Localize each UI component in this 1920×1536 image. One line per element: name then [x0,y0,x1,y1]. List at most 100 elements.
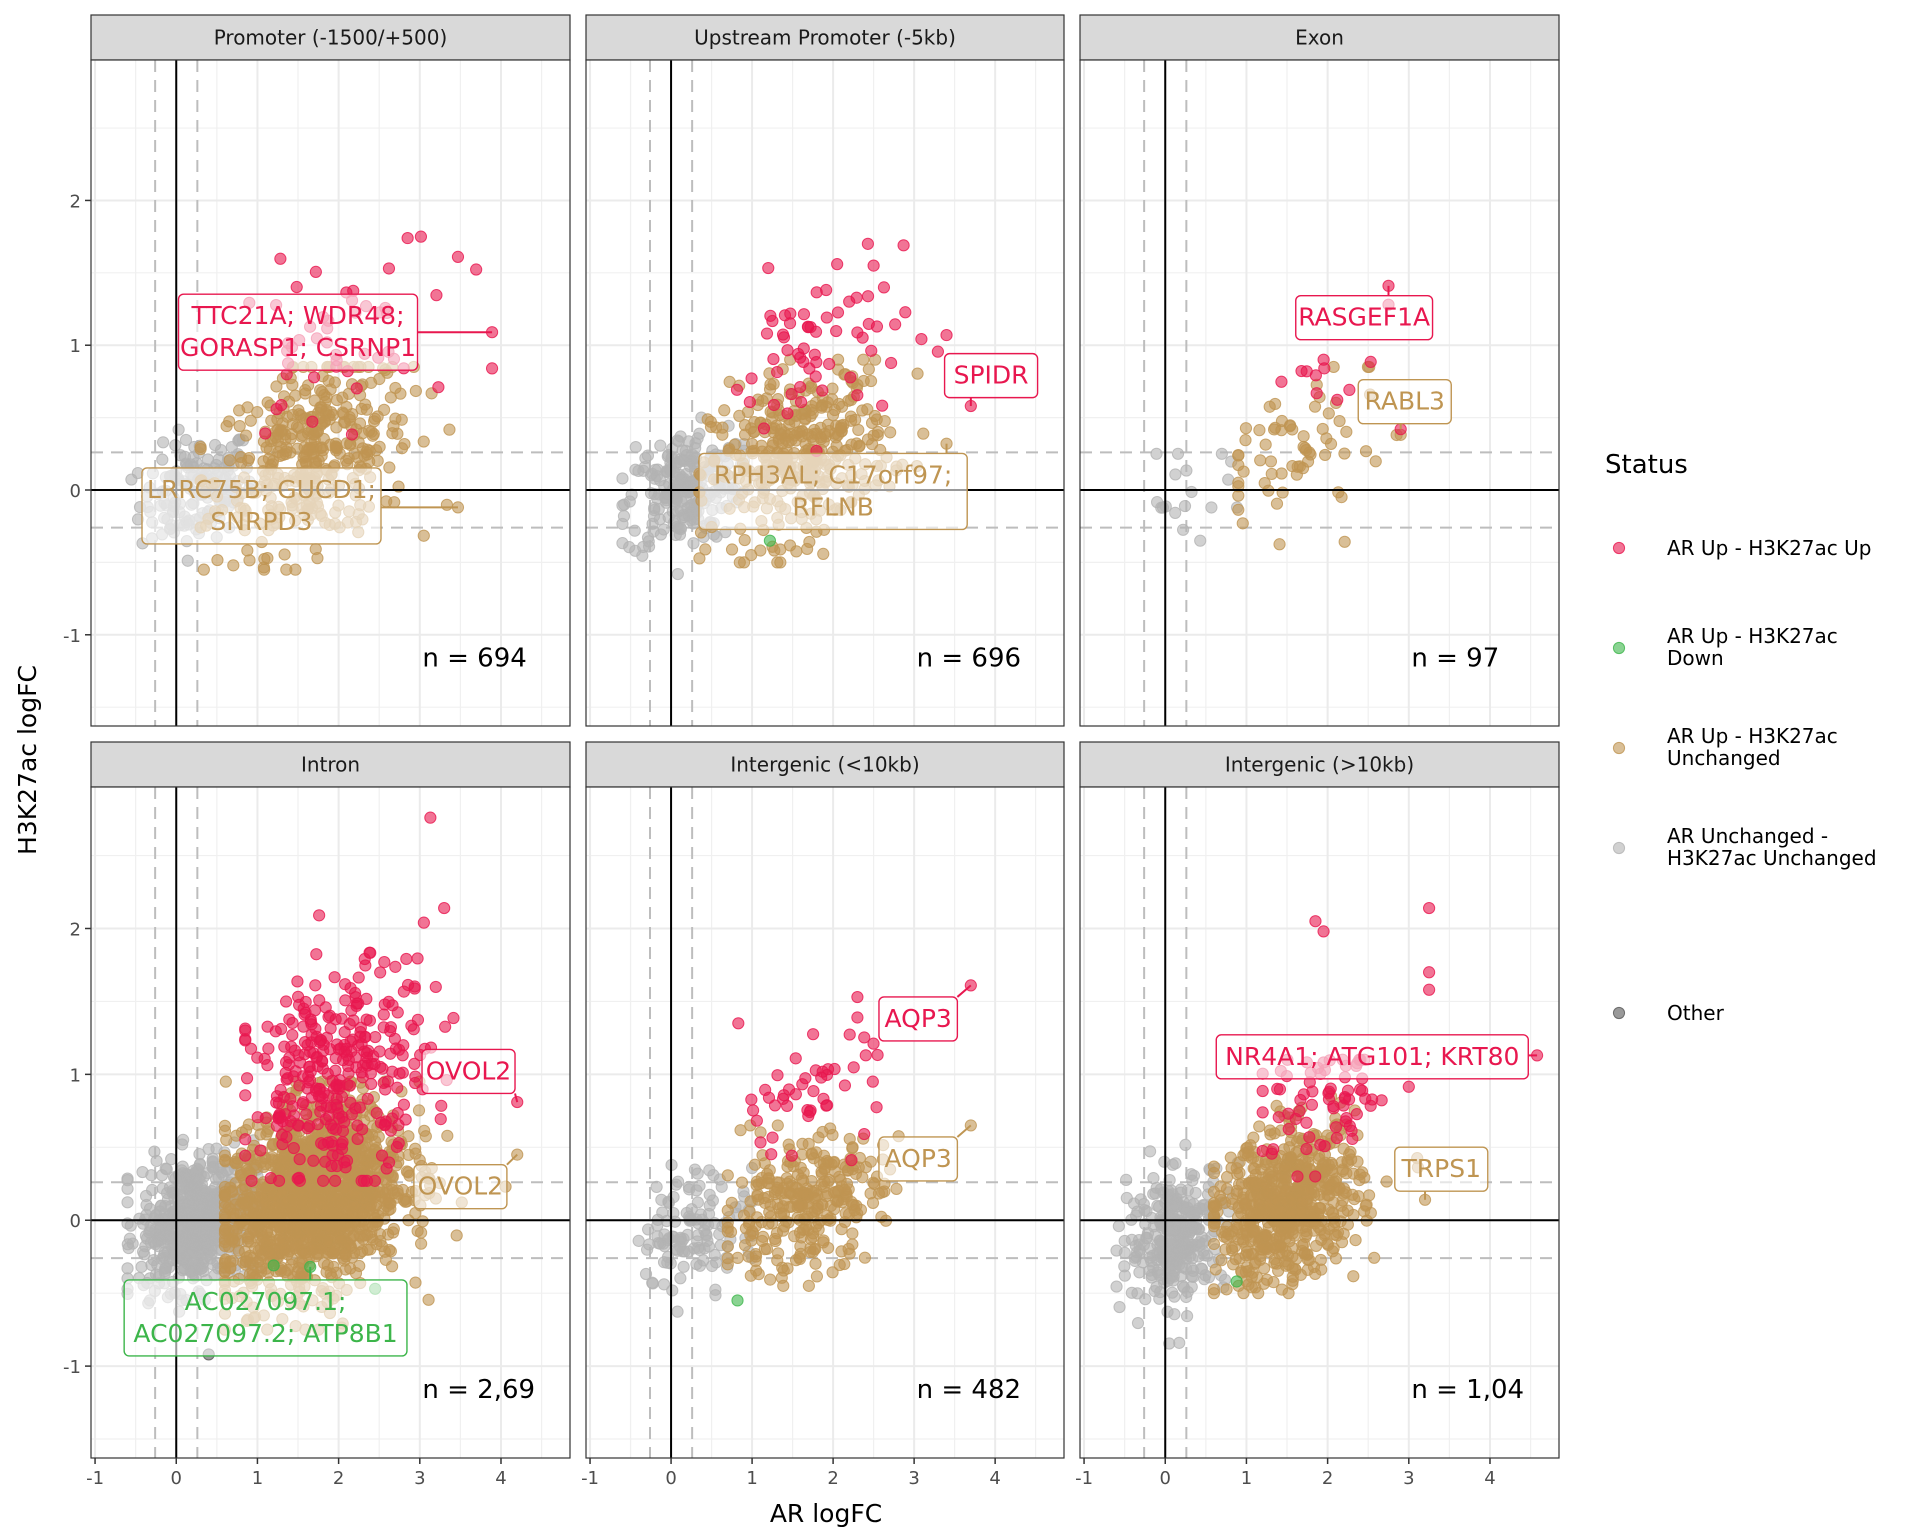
data-point-up_up [861,237,874,250]
data-point-up_up [808,348,821,361]
data-point-up_up [401,978,415,992]
data-point-up_unch [337,1196,350,1209]
data-point-up_unch [328,376,342,389]
data-point-up_unch [398,437,411,451]
data-point-up_unch [793,1200,806,1213]
data-point-up_up [447,1011,460,1025]
data-point-unch_unch [687,537,700,550]
data-point-up_up [301,1082,314,1095]
gene-label-text: RPH3AL; C17orf97; [714,460,952,489]
data-point-up_unch [1338,447,1351,460]
data-point-up_unch [772,432,785,445]
data-point-up_unch [279,1265,292,1279]
panels: Promoter (-1500/+500)TTC21A; WDR48;GORAS… [90,14,1560,1459]
data-point-up_unch [820,1189,833,1203]
data-point-up_unch [417,435,430,448]
data-point-up_up [270,403,283,416]
data-point-up_up [861,290,875,303]
data-point-up_up [378,1119,392,1132]
data-point-up_up [280,1073,293,1086]
data-point-up_unch [876,1186,889,1199]
facet-title: Intergenic (>10kb) [1225,753,1414,777]
data-point-up_unch [716,421,729,434]
data-point-up_up [328,971,341,984]
data-point-unch_unch [653,474,667,487]
facet-panel: IntronOVOL2OVOL2AC027097.1;AC027097.2; A… [90,741,571,1459]
data-point-up_unch [241,1235,255,1248]
data-point-up_unch [373,372,386,386]
data-point-unch_unch [1198,1273,1211,1286]
data-point-up_unch [387,1222,400,1236]
data-point-unch_unch [1156,501,1170,514]
data-point-up_up [771,365,784,379]
gene-label-text: TTC21A; WDR48; [191,301,405,330]
data-point-up_up [356,1059,370,1072]
data-point-up_up [745,372,758,385]
data-point-up_up [803,362,816,375]
data-point-unch_unch [623,541,636,554]
data-point-up_up [300,1108,313,1121]
data-point-unch_unch [1148,1284,1161,1298]
data-point-up_up [396,1049,409,1062]
data-point-up_unch [259,1158,272,1171]
data-point-unch_unch [709,1289,722,1302]
data-point-up_up [399,1113,412,1126]
data-point-unch_unch [1113,1300,1126,1314]
data-point-unch_unch [204,1252,217,1265]
data-point-up_up [239,1149,252,1162]
data-point-unch_unch [160,1163,173,1176]
facet-panel: Upstream Promoter (-5kb)SPIDRRPH3AL; C17… [585,14,1065,727]
data-point-unch_unch [146,1183,159,1197]
data-point-up_unch [250,1269,263,1282]
data-point-up_up [732,1017,745,1030]
data-point-up_unch [749,1248,762,1261]
data-point-unch_unch [1186,1252,1199,1265]
data-point-unch_unch [1133,1238,1146,1251]
data-point-up_unch [265,1248,278,1261]
data-point-unch_unch [1150,447,1163,460]
data-point-up_up [310,1030,323,1043]
data-point-unch_unch [1167,1270,1180,1283]
data-point-up_unch [846,1238,859,1251]
data-point-up_up [856,331,869,344]
data-point-up_up [384,1047,397,1060]
data-point-up_unch [317,1257,331,1270]
data-point-up_unch [302,1209,315,1222]
facet-panel: Intergenic (>10kb)NR4A1; ATG101; KRT80TR… [1079,741,1560,1459]
data-point-unch_unch [1185,1219,1198,1233]
facet-panel: Promoter (-1500/+500)TTC21A; WDR48;GORAS… [90,14,571,727]
data-point-up_up [767,398,781,412]
data-point-unch_unch [703,1164,716,1177]
data-point-up_unch [767,377,780,391]
data-point-unch_unch [1180,464,1193,477]
data-point-unch_unch [1169,468,1182,481]
data-point-up_up [323,1110,336,1123]
data-point-unch_unch [641,449,655,462]
data-point-up_unch [884,426,897,439]
data-point-unch_unch [650,1180,663,1193]
data-point-unch_unch [121,1196,134,1209]
data-point-up_unch [1264,455,1278,468]
gene-label-text: AQP3 [885,1144,952,1173]
data-point-up_unch [337,407,350,421]
data-point-up_up [391,1006,404,1019]
data-point-up_up [322,1010,335,1024]
data-point-up_unch [1338,535,1351,548]
data-point-up_unch [422,1293,435,1306]
data-point-up_up [264,1171,277,1185]
data-point-up_up [382,262,396,275]
data-point-unch_unch [1120,1191,1133,1205]
data-point-up_unch [1369,455,1382,468]
data-point-up_up [391,1081,404,1094]
data-point-up_up [816,384,829,397]
data-point-unch_unch [1222,473,1235,486]
data-point-up_unch [1232,503,1245,516]
data-point-unch_unch [681,1228,694,1241]
data-point-up_up [303,1060,316,1073]
data-point-up_unch [220,1133,233,1147]
data-point-up_unch [232,1244,245,1257]
panel-background [586,787,1064,1458]
data-point-up_unch [365,425,378,438]
gene-label-text: AC027097.1; [185,1287,347,1316]
data-point-unch_unch [642,1223,655,1236]
